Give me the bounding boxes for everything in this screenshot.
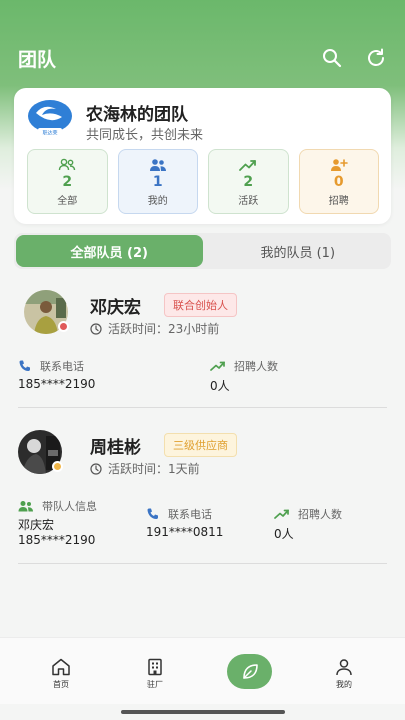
status-dot bbox=[58, 321, 69, 332]
users-icon bbox=[58, 157, 76, 171]
nav-factory[interactable]: 驻厂 bbox=[135, 658, 175, 690]
clock-icon bbox=[90, 462, 102, 475]
home-icon bbox=[52, 658, 70, 676]
recruit-label: 招聘人数 bbox=[210, 358, 278, 374]
home-indicator bbox=[121, 710, 285, 714]
phone-value[interactable]: 191****0811 bbox=[146, 525, 223, 539]
avatar bbox=[24, 290, 69, 334]
member-card[interactable]: 邓庆宏 联合创始人 活跃时间： 23小时前 联系电话 185****2190 招聘… bbox=[18, 290, 387, 408]
app-header: 团队 bbox=[0, 40, 405, 76]
avatar bbox=[18, 430, 63, 474]
refresh-icon[interactable] bbox=[365, 47, 387, 69]
divider bbox=[18, 563, 387, 564]
team-logo: 职达荣 bbox=[26, 99, 74, 137]
stat-all[interactable]: 2 全部 bbox=[27, 149, 108, 214]
trending-up-icon bbox=[239, 157, 257, 171]
phone-icon bbox=[19, 360, 30, 371]
stat-mine[interactable]: 1 我的 bbox=[117, 149, 198, 214]
member-name: 周桂彬 bbox=[90, 438, 141, 458]
leader-label: 带队人信息 bbox=[18, 498, 97, 514]
search-icon[interactable] bbox=[321, 47, 343, 69]
leader-name: 邓庆宏 bbox=[18, 518, 55, 532]
divider bbox=[18, 407, 387, 408]
active-time: 活跃时间： 23小时前 bbox=[90, 320, 219, 337]
phone-label: 联系电话 bbox=[18, 358, 84, 374]
active-time: 活跃时间： 1天前 bbox=[90, 460, 200, 477]
phone-label: 联系电话 bbox=[146, 506, 212, 522]
team-slogan: 共同成长，共创未来 bbox=[86, 128, 204, 143]
users-filled-icon bbox=[18, 501, 33, 512]
leader-phone[interactable]: 185****2190 bbox=[18, 533, 95, 547]
member-tabs: 全部队员 (2) 我的队员 (1) bbox=[14, 233, 391, 269]
nav-center-button[interactable] bbox=[227, 654, 272, 689]
trending-up-icon bbox=[274, 509, 289, 519]
team-card: 职达荣 农海林的团队 共同成长，共创未来 2 全部 1 我的 2 活跃 0 招聘 bbox=[14, 88, 391, 224]
member-name: 邓庆宏 bbox=[90, 298, 141, 318]
recruit-label: 招聘人数 bbox=[274, 506, 342, 522]
recruit-value: 0人 bbox=[210, 379, 230, 393]
bottom-nav: 首页 驻厂 我的 bbox=[0, 637, 405, 704]
phone-icon bbox=[147, 508, 158, 519]
trending-up-icon bbox=[210, 361, 225, 371]
clock-icon bbox=[90, 322, 102, 335]
phone-value[interactable]: 185****2190 bbox=[18, 377, 95, 391]
users-filled-icon bbox=[149, 157, 167, 171]
building-icon bbox=[148, 658, 162, 676]
status-dot bbox=[52, 461, 63, 472]
stat-active[interactable]: 2 活跃 bbox=[208, 149, 289, 214]
tab-all-members[interactable]: 全部队员 (2) bbox=[16, 235, 203, 267]
svg-text:职达荣: 职达荣 bbox=[42, 130, 57, 137]
tab-my-members[interactable]: 我的队员 (1) bbox=[205, 233, 392, 269]
nav-profile[interactable]: 我的 bbox=[324, 658, 364, 690]
member-card[interactable]: 周桂彬 三级供应商 活跃时间： 1天前 带队人信息 邓庆宏 185****2190… bbox=[18, 430, 387, 564]
user-icon bbox=[336, 659, 352, 676]
recruit-value: 0人 bbox=[274, 527, 294, 541]
leaf-icon bbox=[242, 663, 258, 679]
stat-recruit[interactable]: 0 招聘 bbox=[298, 149, 379, 214]
nav-home[interactable]: 首页 bbox=[41, 658, 81, 690]
team-name: 农海林的团队 bbox=[86, 105, 188, 125]
role-badge: 联合创始人 bbox=[164, 293, 237, 317]
role-badge: 三级供应商 bbox=[164, 433, 237, 457]
add-user-icon bbox=[330, 157, 348, 171]
page-title: 团队 bbox=[18, 48, 57, 71]
